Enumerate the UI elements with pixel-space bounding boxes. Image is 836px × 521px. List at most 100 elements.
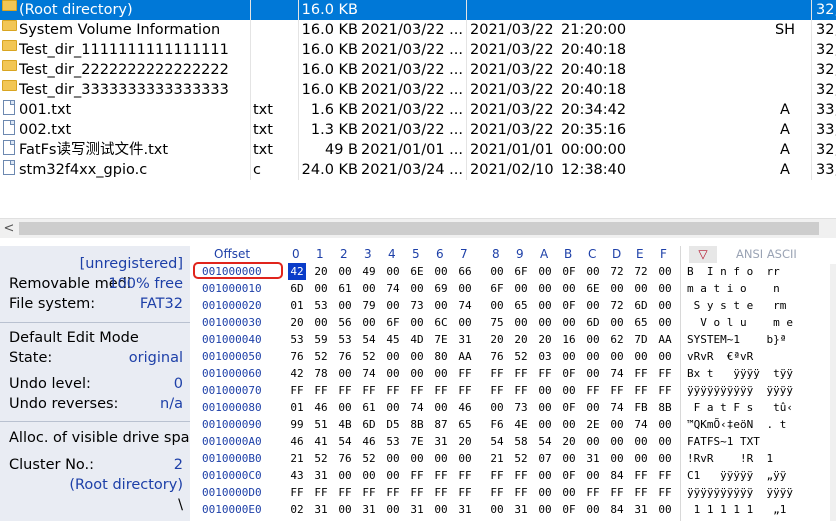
hex-byte[interactable]: 00	[384, 399, 402, 416]
hex-byte[interactable]: 6F	[384, 314, 402, 331]
hex-byte[interactable]: 00	[488, 399, 506, 416]
hex-byte[interactable]: 6D	[632, 297, 650, 314]
hex-byte[interactable]: 00	[656, 297, 674, 314]
hex-byte[interactable]: 00	[608, 450, 626, 467]
hex-byte[interactable]: 07	[536, 450, 554, 467]
hex-byte[interactable]: 00	[384, 297, 402, 314]
hex-byte[interactable]: 00	[536, 297, 554, 314]
hex-byte[interactable]: 78	[312, 365, 330, 382]
hex-byte[interactable]: 6F	[488, 280, 506, 297]
hex-byte[interactable]: 4E	[512, 416, 530, 433]
hex-byte[interactable]: 00	[384, 501, 402, 518]
hex-byte[interactable]: FF	[408, 484, 426, 501]
hex-byte[interactable]: 00	[536, 382, 554, 399]
hex-byte[interactable]: 53	[312, 297, 330, 314]
hex-byte[interactable]: 74	[384, 280, 402, 297]
hex-byte[interactable]: FF	[512, 365, 530, 382]
hex-byte[interactable]: 00	[656, 416, 674, 433]
hex-byte[interactable]: 66	[456, 263, 474, 280]
hex-byte[interactable]: 0F	[560, 297, 578, 314]
hex-byte[interactable]: 01	[288, 399, 306, 416]
hex-byte[interactable]: 76	[336, 348, 354, 365]
hex-byte[interactable]: 21	[488, 450, 506, 467]
hex-byte[interactable]: 52	[512, 348, 530, 365]
hex-byte[interactable]: 31	[312, 467, 330, 484]
hex-byte[interactable]: 20	[312, 263, 330, 280]
hex-byte[interactable]: 52	[360, 450, 378, 467]
hex-byte[interactable]: 74	[608, 399, 626, 416]
hex-byte[interactable]: 00	[560, 382, 578, 399]
ascii-cell[interactable]: B I n f o rr	[687, 263, 836, 280]
folder-row[interactable]: Test_dir_1111111111111111 16.0 KB 2021/03/…	[0, 40, 836, 60]
hex-row[interactable]: 0010000D0 FF FF FF FF FF FF FF FF FF FF 00 00 FF FF FF F…	[192, 484, 836, 501]
hex-byte[interactable]: 00	[432, 365, 450, 382]
hex-byte[interactable]: FB	[632, 399, 650, 416]
hex-byte[interactable]: FF	[312, 382, 330, 399]
ascii-cell[interactable]: ÿÿÿÿÿÿÿÿÿÿ ÿÿÿÿ	[687, 484, 836, 501]
hex-byte[interactable]: 00	[336, 501, 354, 518]
hex-byte[interactable]: 03	[536, 348, 554, 365]
hex-byte[interactable]: 84	[608, 467, 626, 484]
hex-byte[interactable]: FF	[608, 382, 626, 399]
ascii-cell[interactable]: 1 1 1 1 1 „1	[687, 501, 836, 518]
hex-byte[interactable]: 00	[536, 280, 554, 297]
horizontal-scrollbar[interactable]: <	[0, 218, 836, 238]
hex-byte[interactable]: 73	[408, 297, 426, 314]
hex-byte[interactable]: 31	[312, 501, 330, 518]
hex-byte[interactable]: AA	[656, 331, 674, 348]
hex-byte[interactable]: 20	[488, 331, 506, 348]
hex-byte[interactable]: 84	[608, 501, 626, 518]
hex-byte[interactable]: 00	[608, 433, 626, 450]
hex-byte[interactable]: FF	[608, 484, 626, 501]
hex-byte[interactable]: 59	[312, 331, 330, 348]
hex-row[interactable]: 001000090 99 51 4B 6D D5 8B 87 65 F6 4E 00 00 2E 00 74 0…	[192, 416, 836, 433]
hex-byte[interactable]: FF	[584, 382, 602, 399]
hex-byte[interactable]: 6D	[360, 416, 378, 433]
hex-byte[interactable]: 00	[456, 314, 474, 331]
hex-byte[interactable]: 41	[312, 433, 330, 450]
folder-row[interactable]: Test_dir_2222222222222222 16.0 KB 2021/03/…	[0, 60, 836, 80]
file-row[interactable]: 001.txt txt 1.6 KB 2021/03/22 ... 2021/03/22…	[0, 100, 836, 120]
hex-row[interactable]: 001000010 6D 00 61 00 74 00 69 00 6F 00 00 00 6E 00 00 0…	[192, 280, 836, 297]
hex-byte[interactable]: 00	[384, 450, 402, 467]
hex-row[interactable]: 001000020 01 53 00 79 00 73 00 74 00 65 00 0F 00 72 6D 0…	[192, 297, 836, 314]
hex-byte[interactable]: 7D	[632, 331, 650, 348]
hex-byte[interactable]: 00	[536, 416, 554, 433]
hex-byte[interactable]: 00	[608, 416, 626, 433]
hex-byte[interactable]: FF	[336, 484, 354, 501]
hex-byte[interactable]: 76	[288, 348, 306, 365]
hex-byte[interactable]: FF	[456, 382, 474, 399]
hex-byte[interactable]: 76	[336, 450, 354, 467]
folder-row[interactable]: System Volume Information 16.0 KB 2021/03/…	[0, 20, 836, 40]
hex-byte[interactable]: FF	[488, 467, 506, 484]
hex-byte[interactable]: 00	[536, 484, 554, 501]
hex-byte[interactable]: FF	[488, 382, 506, 399]
hex-byte[interactable]: 00	[584, 348, 602, 365]
hex-byte[interactable]: 74	[608, 365, 626, 382]
hex-byte[interactable]: 00	[312, 280, 330, 297]
hex-byte[interactable]: 00	[360, 280, 378, 297]
hex-byte[interactable]: 61	[336, 280, 354, 297]
hex-byte[interactable]: 0F	[560, 399, 578, 416]
hex-byte[interactable]: 00	[384, 348, 402, 365]
ascii-cell[interactable]: S y s t e rm	[687, 297, 836, 314]
hex-byte[interactable]: 00	[336, 297, 354, 314]
hex-byte[interactable]: 31	[632, 501, 650, 518]
hex-byte[interactable]: 4B	[336, 416, 354, 433]
hex-byte[interactable]: 74	[456, 297, 474, 314]
hex-byte[interactable]: FF	[456, 467, 474, 484]
scrollbar-thumb[interactable]	[19, 222, 819, 235]
hex-byte[interactable]: 0F	[560, 263, 578, 280]
ascii-cell[interactable]: !RvR !R 1	[687, 450, 836, 467]
hex-byte[interactable]: 72	[608, 263, 626, 280]
hex-byte[interactable]: 65	[456, 416, 474, 433]
hex-byte[interactable]: 69	[432, 280, 450, 297]
hex-byte[interactable]: 00	[584, 331, 602, 348]
hex-byte[interactable]: FF	[512, 467, 530, 484]
hex-byte[interactable]: 46	[456, 399, 474, 416]
ascii-cell[interactable]: C1 ÿÿÿÿÿ „ÿÿ	[687, 467, 836, 484]
hex-byte[interactable]: 54	[360, 331, 378, 348]
folder-row[interactable]: (Root directory) 16.0 KB 32,	[0, 0, 836, 20]
hex-byte[interactable]: 00	[656, 280, 674, 297]
hex-byte[interactable]: 31	[432, 433, 450, 450]
